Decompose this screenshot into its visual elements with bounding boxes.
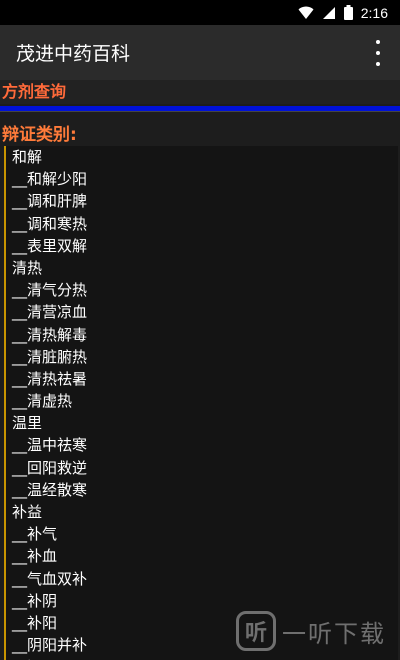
dropdown-option[interactable]: __清热祛暑 bbox=[6, 368, 398, 390]
section-title: 方剂查询 bbox=[0, 80, 400, 104]
dropdown-option[interactable]: __调和肝脾 bbox=[6, 190, 398, 212]
category-dropdown-list[interactable]: 和解 __和解少阳 __调和肝脾 __调和寒热 __表里双解 清热 __清气分热 __清营凉血… bbox=[4, 146, 398, 660]
watermark: 听 一听下载 bbox=[236, 608, 394, 654]
dropdown-option[interactable]: 清热 bbox=[6, 257, 398, 279]
dropdown-option[interactable]: __补气 bbox=[6, 523, 398, 545]
watermark-text: 一听下载 bbox=[282, 619, 386, 648]
status-bar: 2:16 bbox=[0, 0, 400, 25]
dropdown-option[interactable]: 温里 bbox=[6, 412, 398, 434]
signal-icon bbox=[322, 6, 335, 19]
dropdown-option[interactable]: __温经散寒 bbox=[6, 479, 398, 501]
category-label: 辩证类别: bbox=[2, 125, 77, 145]
dropdown-option[interactable]: 补益 bbox=[6, 501, 398, 523]
dropdown-option[interactable]: __气血双补 bbox=[6, 568, 398, 590]
dropdown-option[interactable]: __调和寒热 bbox=[6, 213, 398, 235]
clock: 2:16 bbox=[360, 4, 388, 21]
dropdown-option[interactable]: __回阳救逆 bbox=[6, 457, 398, 479]
dropdown-option[interactable]: __温中祛寒 bbox=[6, 434, 398, 456]
app-bar: 茂进中药百科 bbox=[0, 25, 400, 80]
dropdown-option[interactable]: 固涩 bbox=[6, 656, 398, 660]
wifi-icon bbox=[298, 6, 314, 19]
dropdown-option[interactable]: __清营凉血 bbox=[6, 301, 398, 323]
overflow-menu-icon[interactable] bbox=[370, 40, 386, 66]
dropdown-option[interactable]: __补血 bbox=[6, 545, 398, 567]
dropdown-option[interactable]: __清虚热 bbox=[6, 390, 398, 412]
dropdown-option[interactable]: __清气分热 bbox=[6, 279, 398, 301]
dropdown-option[interactable]: __清热解毒 bbox=[6, 324, 398, 346]
watermark-logo: 听 bbox=[236, 611, 276, 651]
dropdown-option[interactable]: __清脏腑热 bbox=[6, 346, 398, 368]
dropdown-option[interactable]: __表里双解 bbox=[6, 235, 398, 257]
app-title: 茂进中药百科 bbox=[16, 43, 131, 65]
dropdown-option[interactable]: 和解 bbox=[6, 146, 398, 168]
battery-icon bbox=[343, 5, 353, 20]
dropdown-option[interactable]: __和解少阳 bbox=[6, 168, 398, 190]
